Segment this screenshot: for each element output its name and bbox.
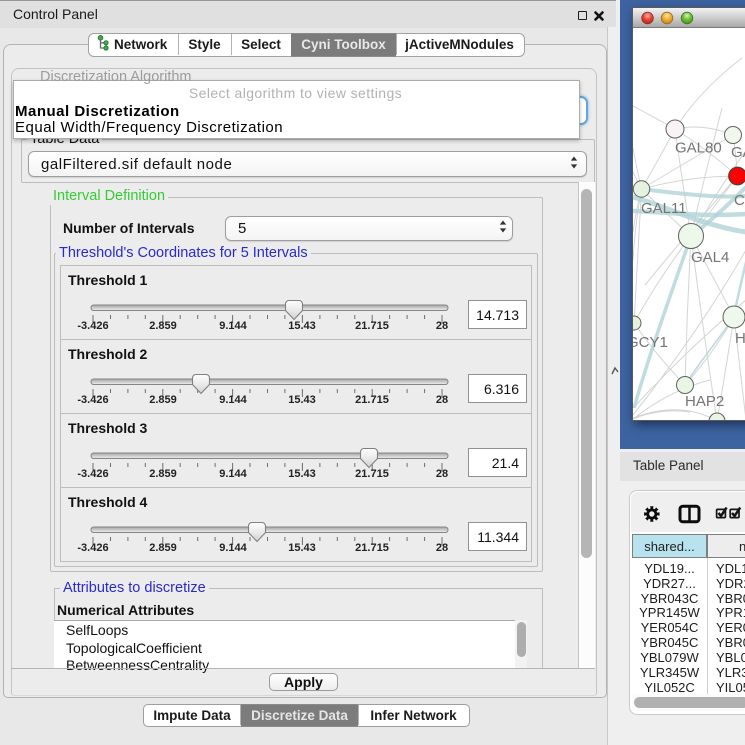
svg-text:HAP2: HAP2	[685, 393, 724, 410]
svg-text:GA: GA	[731, 144, 745, 161]
svg-text:H: H	[735, 330, 745, 347]
svg-text:GAL11: GAL11	[641, 200, 687, 217]
svg-text:GCY1: GCY1	[633, 334, 668, 351]
svg-text:GAL80: GAL80	[675, 140, 722, 157]
svg-text:C: C	[734, 192, 745, 209]
svg-text:GAL4: GAL4	[691, 249, 729, 266]
